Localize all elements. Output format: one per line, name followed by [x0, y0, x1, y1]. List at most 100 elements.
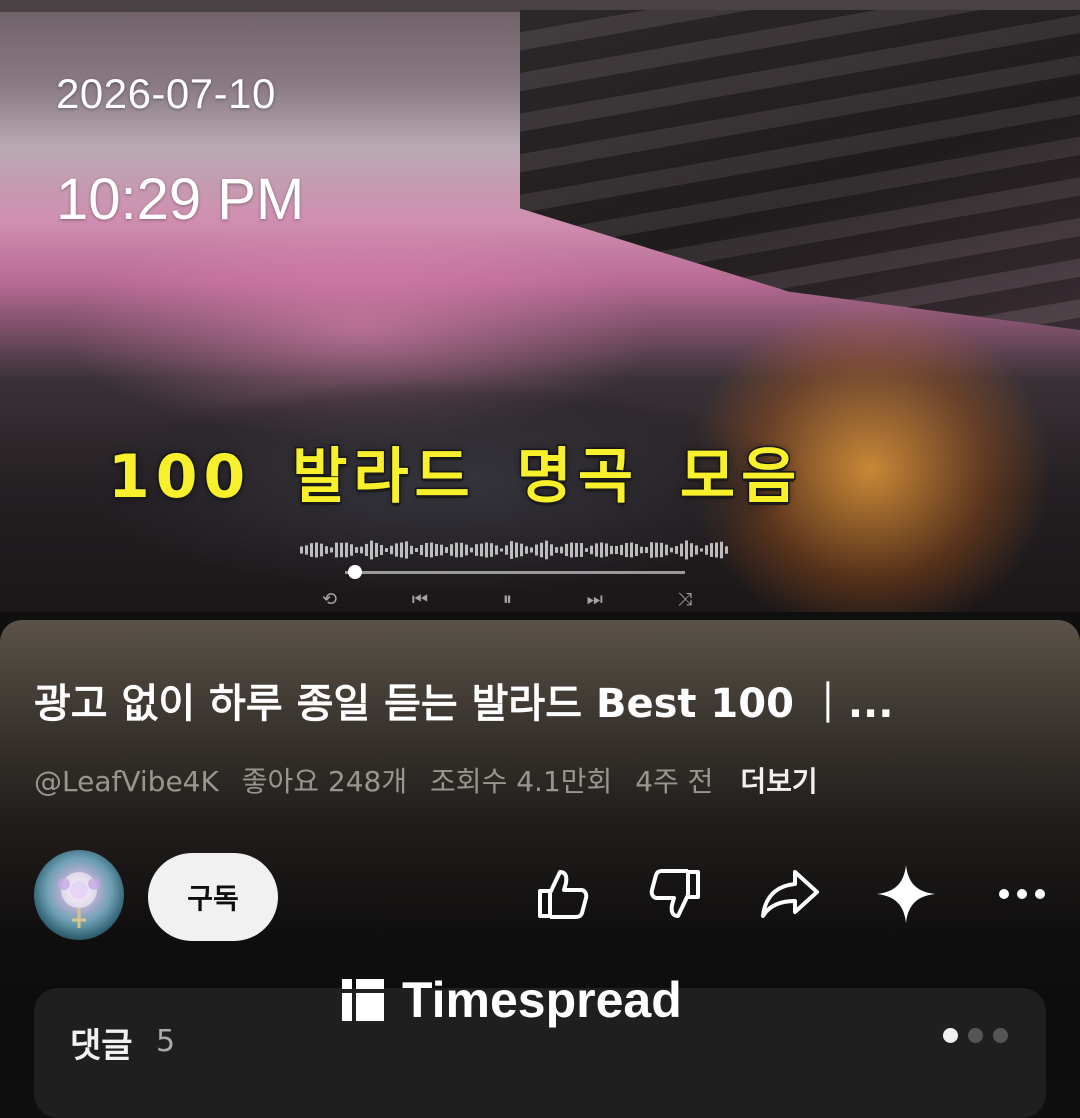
waveform-bar — [640, 546, 643, 554]
comments-pager — [943, 1028, 1008, 1043]
more-link[interactable]: 더보기 — [740, 765, 817, 798]
waveform-bar — [685, 540, 688, 560]
waveform-bar — [435, 543, 438, 557]
waveform-bar — [490, 543, 493, 557]
video-meta-row[interactable]: @LeafVibe4K 좋아요 248개 조회수 4.1만회 4주 전 더보기 — [34, 760, 832, 804]
waveform-bar — [580, 543, 583, 557]
waveform-bar — [710, 543, 713, 557]
waveform-bar — [555, 547, 558, 553]
waveform-bar — [465, 544, 468, 556]
waveform-bar — [305, 545, 308, 555]
waveform-bar — [415, 547, 418, 553]
waveform-bar — [630, 542, 633, 558]
channel-avatar[interactable] — [34, 850, 124, 940]
pause-icon[interactable]: ⏸ — [503, 588, 512, 612]
waveform-bar — [370, 540, 373, 560]
next-icon[interactable]: ⏭ — [587, 588, 603, 612]
waveform-bar — [350, 544, 353, 556]
waveform-bar — [650, 542, 653, 558]
waveform-bar — [705, 545, 708, 555]
waveform-bar — [385, 548, 388, 552]
waveform-bar — [410, 545, 413, 555]
waveform-bar — [355, 547, 358, 553]
remix-icon[interactable] — [874, 862, 938, 926]
waveform-bar — [570, 542, 573, 558]
dislike-icon[interactable] — [644, 862, 708, 926]
waveform-bar — [495, 545, 498, 555]
waveform-bar — [520, 543, 523, 557]
waveform-bar — [325, 546, 328, 554]
waveform-bar — [715, 542, 718, 558]
waveform-bar — [440, 544, 443, 556]
video-player[interactable]: 2026-07-10 10:29 PM 100 발라드 명곡 모음 ⟲ ⏮ ⏸ … — [0, 0, 1080, 612]
waveform-bar — [310, 543, 313, 557]
waveform-bar — [340, 542, 343, 558]
repeat-icon[interactable]: ⟲ — [322, 588, 337, 612]
waveform-bar — [425, 542, 428, 558]
previous-icon[interactable]: ⏮ — [412, 588, 428, 612]
more-options-icon[interactable] — [990, 862, 1054, 926]
waveform-bar — [480, 543, 483, 557]
waveform-bar — [450, 544, 453, 556]
pager-dot — [993, 1028, 1008, 1043]
waveform-bar — [680, 543, 683, 557]
waveform-bar — [700, 548, 703, 552]
waveform-bar — [670, 547, 673, 553]
waveform-bar — [455, 542, 458, 558]
share-icon[interactable] — [758, 862, 822, 926]
waveform-bar — [320, 543, 323, 557]
waveform-bar — [695, 545, 698, 555]
waveform-bar — [605, 543, 608, 557]
waveform-bar — [475, 544, 478, 556]
video-progress-bar[interactable] — [345, 571, 685, 574]
subscribe-button[interactable]: 구독 — [148, 853, 278, 941]
waveform-bar — [315, 542, 318, 558]
waveform-bar — [405, 541, 408, 559]
upload-age: 4주 전 — [635, 765, 714, 798]
overlay-date: 2026-07-10 — [56, 70, 276, 117]
waveform-bar — [665, 544, 668, 556]
waveform-bar — [535, 544, 538, 556]
watermark-logo-icon — [342, 979, 384, 1021]
waveform-bar — [525, 546, 528, 554]
waveform-bar — [590, 545, 593, 555]
waveform-bar — [595, 543, 598, 557]
watermark: Timespread — [340, 970, 682, 1030]
waveform-bar — [345, 542, 348, 558]
pager-dot — [943, 1028, 958, 1043]
waveform-bar — [530, 547, 533, 553]
waveform-bar — [540, 542, 543, 558]
waveform-bar — [500, 548, 503, 552]
waveform-bar — [505, 545, 508, 555]
comments-count: 5 — [156, 1024, 176, 1059]
waveform-bar — [485, 542, 488, 558]
player-controls: ⟲ ⏮ ⏸ ⏭ ⤨ — [322, 588, 692, 612]
waveform-bar — [395, 543, 398, 557]
waveform-bar — [445, 547, 448, 553]
waveform-bar — [300, 546, 303, 554]
waveform-bar — [615, 545, 618, 555]
video-title[interactable]: 광고 없이 하루 종일 듣는 발라드 Best 100 ｜... — [34, 676, 1034, 732]
waveform-bar — [600, 542, 603, 558]
shuffle-icon[interactable]: ⤨ — [678, 588, 692, 612]
waveform-bar — [725, 546, 728, 554]
waveform-bar — [645, 547, 648, 553]
waveform-bar — [635, 543, 638, 557]
waveform-bar — [390, 545, 393, 555]
waveform-bar — [585, 548, 588, 552]
video-scene-wall — [520, 10, 1080, 330]
waveform-bar — [330, 547, 333, 553]
video-caption: 100 발라드 명곡 모음 — [106, 441, 803, 514]
waveform-bar — [460, 542, 463, 558]
waveform-bar — [620, 544, 623, 556]
waveform-bar — [550, 544, 553, 556]
like-count: 좋아요 248개 — [241, 765, 408, 798]
waveform-bar — [365, 543, 368, 557]
channel-handle[interactable]: @LeafVibe4K — [34, 765, 219, 798]
waveform-bar — [470, 547, 473, 553]
waveform-bar — [380, 544, 383, 556]
view-count: 조회수 4.1만회 — [430, 765, 613, 798]
like-icon[interactable] — [530, 862, 594, 926]
audio-waveform — [300, 540, 728, 560]
waveform-bar — [720, 541, 723, 559]
